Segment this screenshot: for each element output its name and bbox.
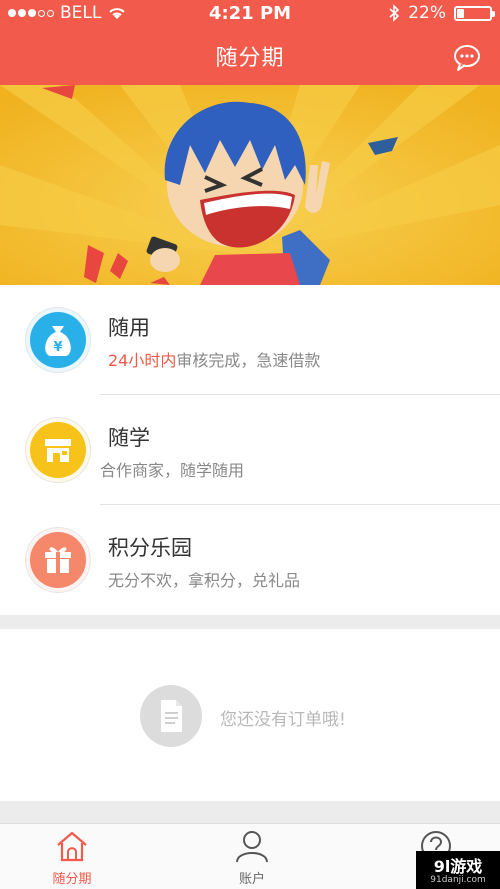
empty-state-text: 您还没有订单哦! bbox=[220, 710, 346, 730]
battery-icon bbox=[454, 5, 495, 21]
watermark-url: 91danji.com bbox=[430, 875, 486, 885]
tab-label: 随分期 bbox=[52, 872, 92, 887]
menu-item-title: 随学 bbox=[108, 426, 150, 450]
menu-item-title: 积分乐园 bbox=[108, 536, 192, 560]
home-icon bbox=[57, 831, 87, 862]
document-glyph bbox=[161, 700, 182, 732]
menu-item-jifen[interactable]: 积分乐园 无分不欢，拿积分，兑礼品 bbox=[0, 505, 500, 615]
chat-bubble-icon[interactable] bbox=[452, 42, 482, 72]
feature-menu: ¥ 随用 24小时内审核完成，急速借款 随学 合作商家，随学随用 积分乐园 无分… bbox=[0, 285, 500, 615]
money-bag-icon: ¥ bbox=[26, 308, 90, 372]
menu-item-suiyong[interactable]: ¥ 随用 24小时内审核完成，急速借款 bbox=[0, 285, 500, 395]
tab-home[interactable]: 随分期 bbox=[32, 830, 112, 887]
document-icon bbox=[140, 685, 202, 747]
svg-text:¥: ¥ bbox=[53, 340, 62, 355]
menu-item-desc: 无分不欢，拿积分，兑礼品 bbox=[108, 571, 301, 590]
gift-icon bbox=[26, 528, 90, 592]
site-watermark: 9l游戏 91danji.com bbox=[416, 851, 500, 889]
menu-item-desc: 24小时内审核完成，急速借款 bbox=[108, 347, 320, 371]
menu-item-desc-text: 审核完成，急速借款 bbox=[176, 351, 321, 370]
status-bar: BELL 4:21 PM 22% bbox=[0, 0, 500, 28]
gift-glyph bbox=[45, 547, 71, 573]
status-right: 22% bbox=[388, 3, 495, 23]
page-title: 随分期 bbox=[215, 46, 285, 71]
battery-percent: 22% bbox=[408, 3, 446, 23]
store-glyph bbox=[45, 439, 71, 462]
menu-item-suixue[interactable]: 随学 合作商家，随学随用 bbox=[0, 395, 500, 505]
section-gap bbox=[0, 801, 500, 823]
app-header: BELL 4:21 PM 22% 随分期 bbox=[0, 0, 500, 85]
battery-fill bbox=[457, 8, 465, 18]
menu-item-desc: 合作商家，随学随用 bbox=[100, 461, 245, 480]
bluetooth-icon bbox=[389, 4, 400, 22]
store-icon bbox=[26, 418, 90, 482]
money-bag-glyph: ¥ bbox=[45, 326, 71, 356]
tab-account[interactable]: 账户 bbox=[212, 830, 292, 887]
orders-empty-state: 您还没有订单哦! bbox=[0, 629, 500, 801]
watermark-logo: 9l游戏 bbox=[433, 857, 483, 876]
section-gap bbox=[0, 615, 500, 629]
user-icon bbox=[236, 831, 268, 863]
menu-item-title: 随用 bbox=[108, 316, 150, 340]
menu-item-desc-highlight: 24小时内 bbox=[108, 351, 177, 370]
banner-illustration bbox=[0, 85, 500, 285]
tab-label: 账户 bbox=[238, 872, 265, 887]
promo-banner[interactable] bbox=[0, 85, 500, 285]
